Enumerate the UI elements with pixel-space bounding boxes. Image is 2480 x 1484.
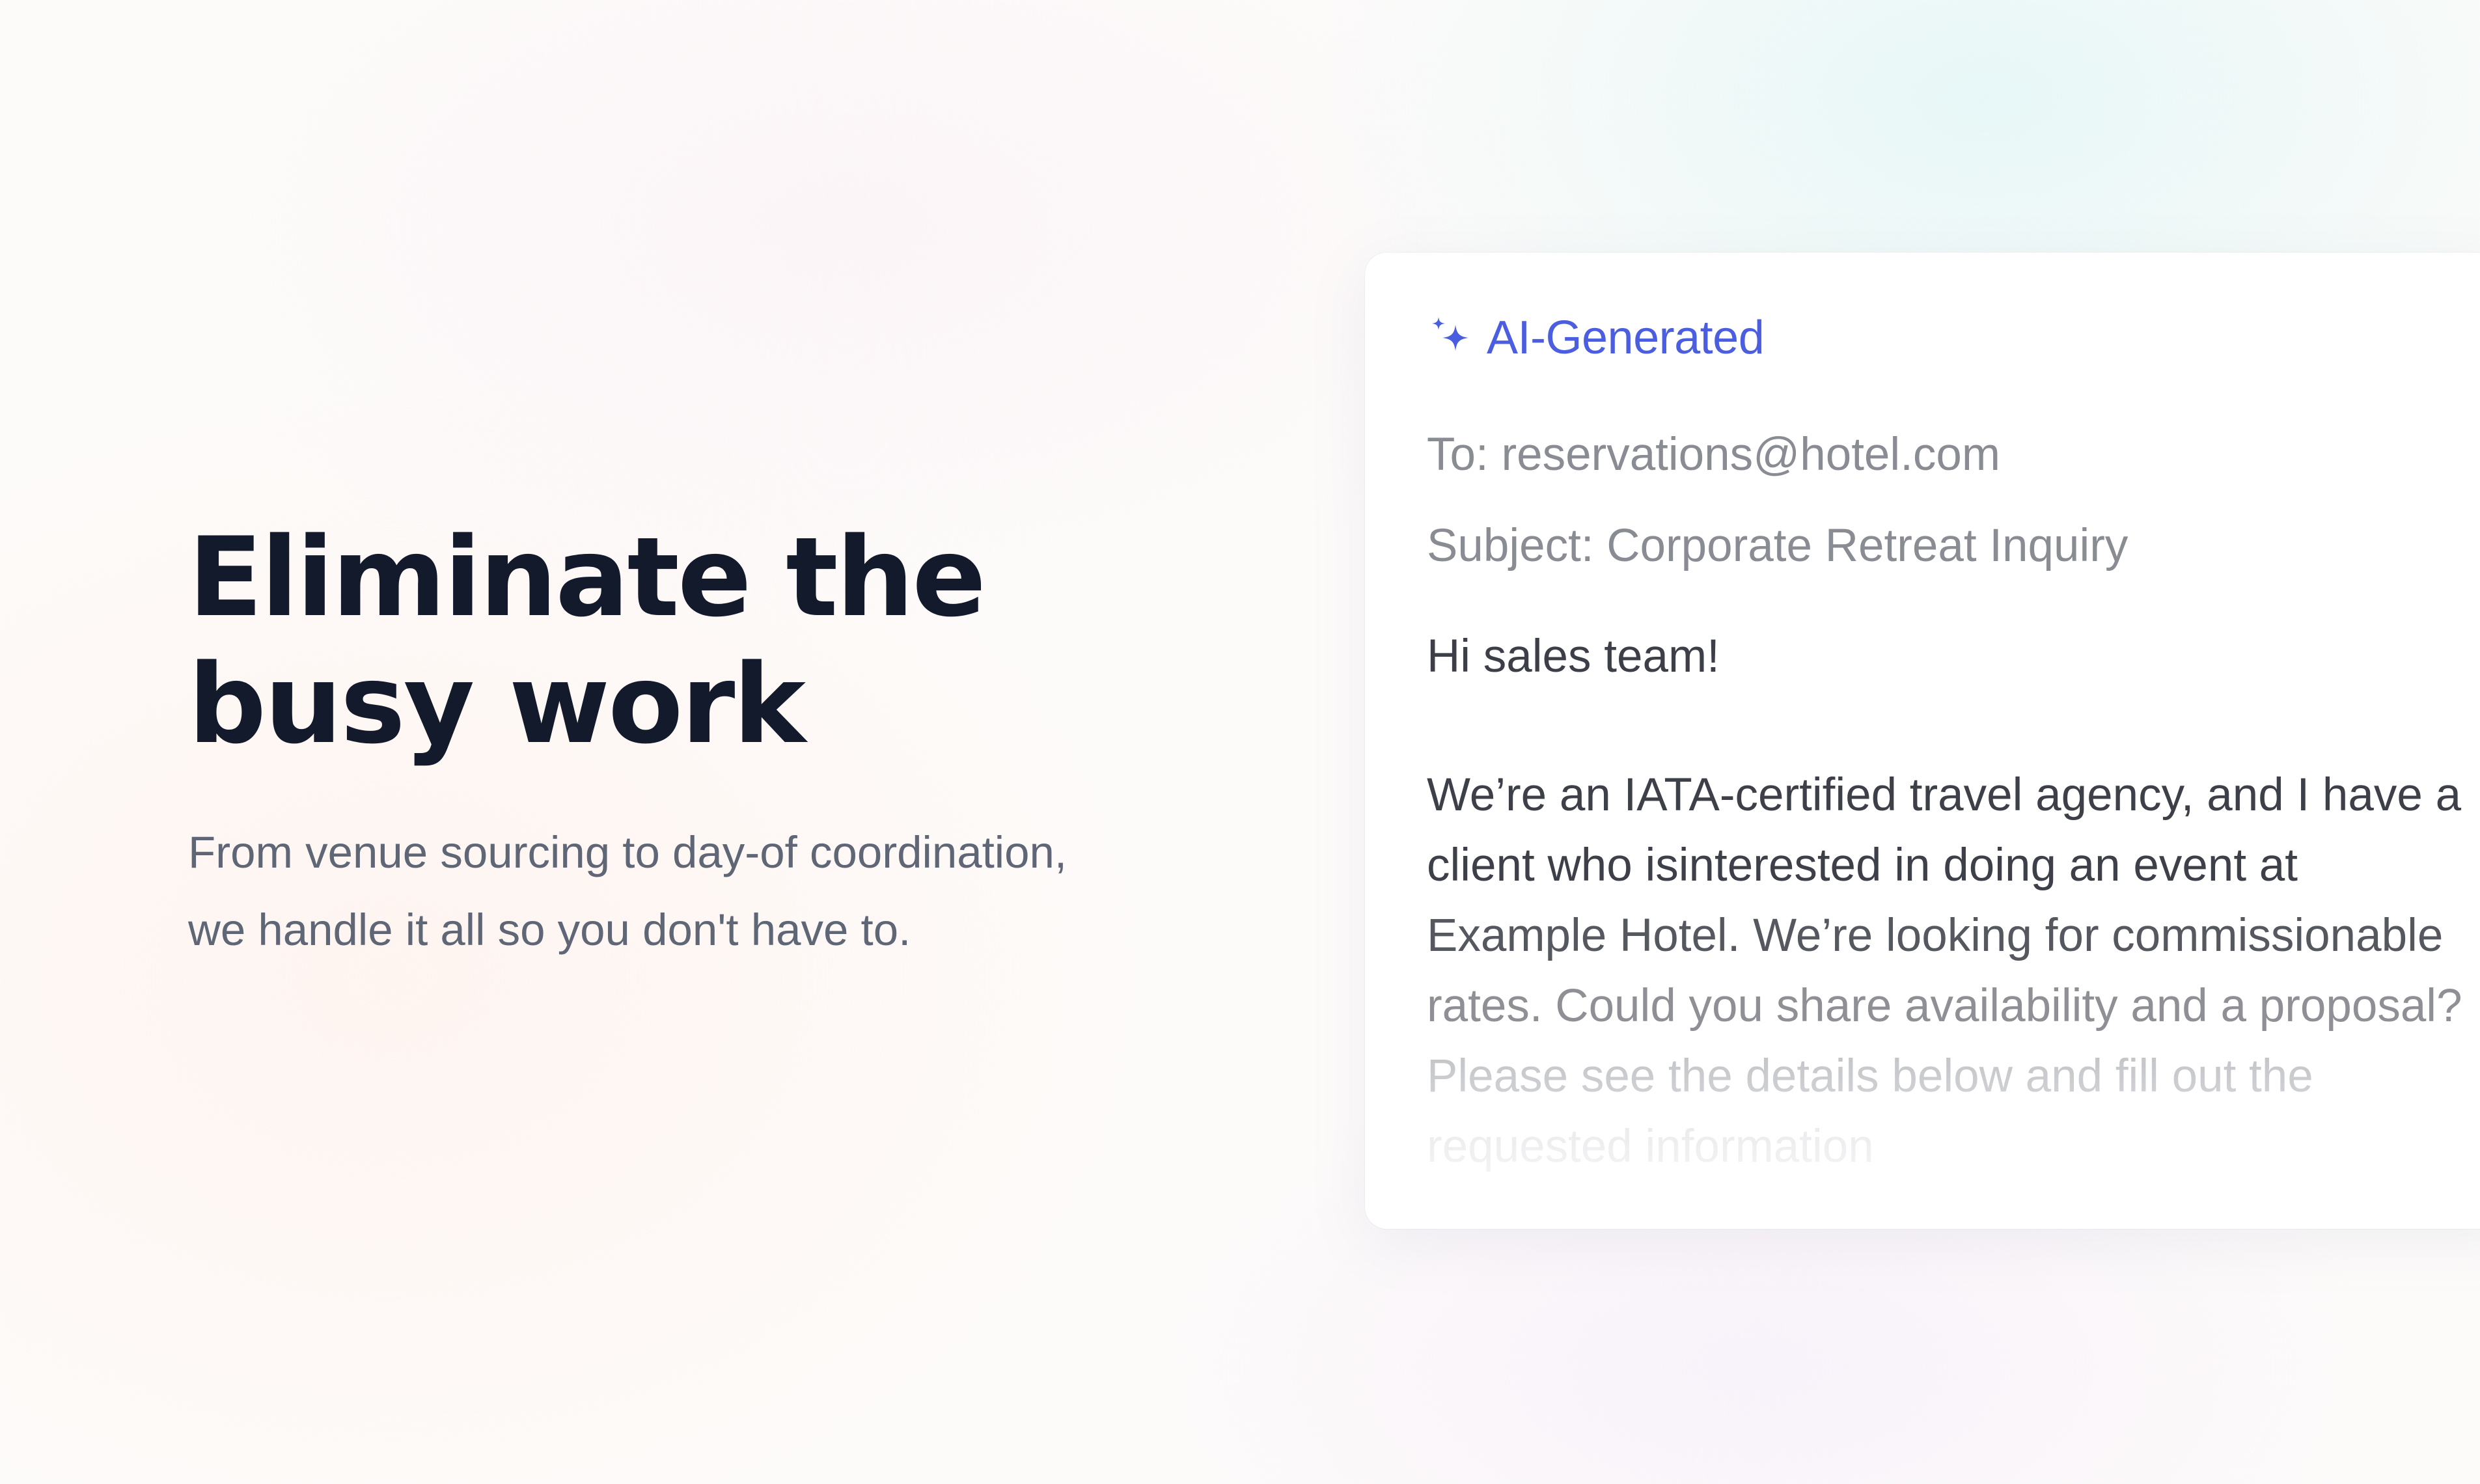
sparkles-icon <box>1427 314 1474 361</box>
hero-subtitle-line: we handle it all so you don't have to. <box>188 905 911 955</box>
hero-title-line: busy work <box>188 640 806 768</box>
ai-generated-badge: AI-Generated <box>1427 311 1765 364</box>
email-body-line: client who isinterested in doing an even… <box>1427 840 2298 891</box>
email-body-line: We’re an IATA-certified travel agency, a… <box>1427 769 2462 821</box>
email-body: We’re an IATA-certified travel agency, a… <box>1427 760 2480 1229</box>
hero-subtitle: From venue sourcing to day-of coordinati… <box>188 814 1295 969</box>
email-to-field: To: reservations@hotel.com <box>1427 429 2001 480</box>
hero-subtitle-line: From venue sourcing to day-of coordinati… <box>188 827 1068 877</box>
email-body-line: Please see the details below and fill ou… <box>1427 1051 2313 1102</box>
ai-generated-label: AI-Generated <box>1487 312 1765 364</box>
email-body-line: Example Hotel. We’re looking for commiss… <box>1427 910 2444 961</box>
hero-section: Eliminate the busy work From venue sourc… <box>188 514 1295 969</box>
email-body-line: rates. Could you share availability and … <box>1427 980 2462 1032</box>
email-greeting: Hi sales team! <box>1427 631 1720 682</box>
email-preview-card: AI-Generated To: reservations@hotel.com … <box>1365 253 2480 1229</box>
hero-title-line: Eliminate the <box>188 514 986 641</box>
email-subject-field: Subject: Corporate Retreat Inquiry <box>1427 520 2129 571</box>
hero-title: Eliminate the busy work <box>188 514 1295 768</box>
email-body-line: requested information <box>1427 1121 1874 1172</box>
